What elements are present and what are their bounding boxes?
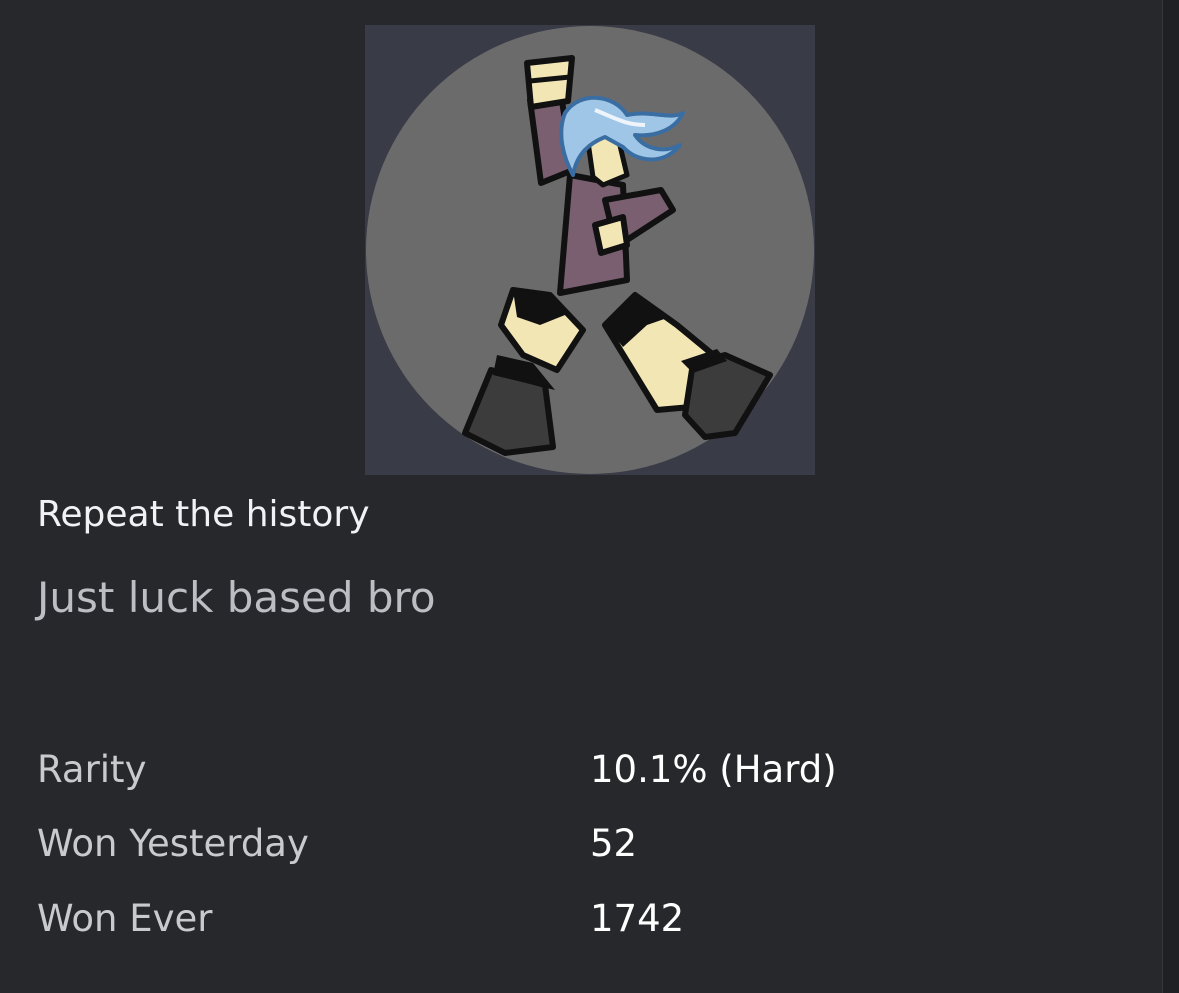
stat-label: Rarity (37, 748, 147, 791)
scrollbar-track[interactable] (1162, 0, 1179, 993)
badge-character-art-icon (366, 26, 814, 474)
badge-details-panel: Repeat the history Just luck based bro R… (0, 0, 1162, 993)
stat-label: Won Ever (37, 897, 213, 940)
badge-description: Just luck based bro (37, 573, 436, 622)
stat-value: 52 (590, 822, 638, 865)
stat-value: 1742 (590, 897, 685, 940)
stat-label: Won Yesterday (37, 822, 309, 865)
stat-row-rarity: Rarity 10.1% (Hard) (37, 744, 937, 796)
stat-row-won-ever: Won Ever 1742 (37, 893, 937, 945)
badge-image (365, 25, 815, 475)
stat-value: 10.1% (Hard) (590, 748, 837, 791)
stat-row-won-yesterday: Won Yesterday 52 (37, 818, 937, 870)
badge-title: Repeat the history (37, 494, 370, 535)
